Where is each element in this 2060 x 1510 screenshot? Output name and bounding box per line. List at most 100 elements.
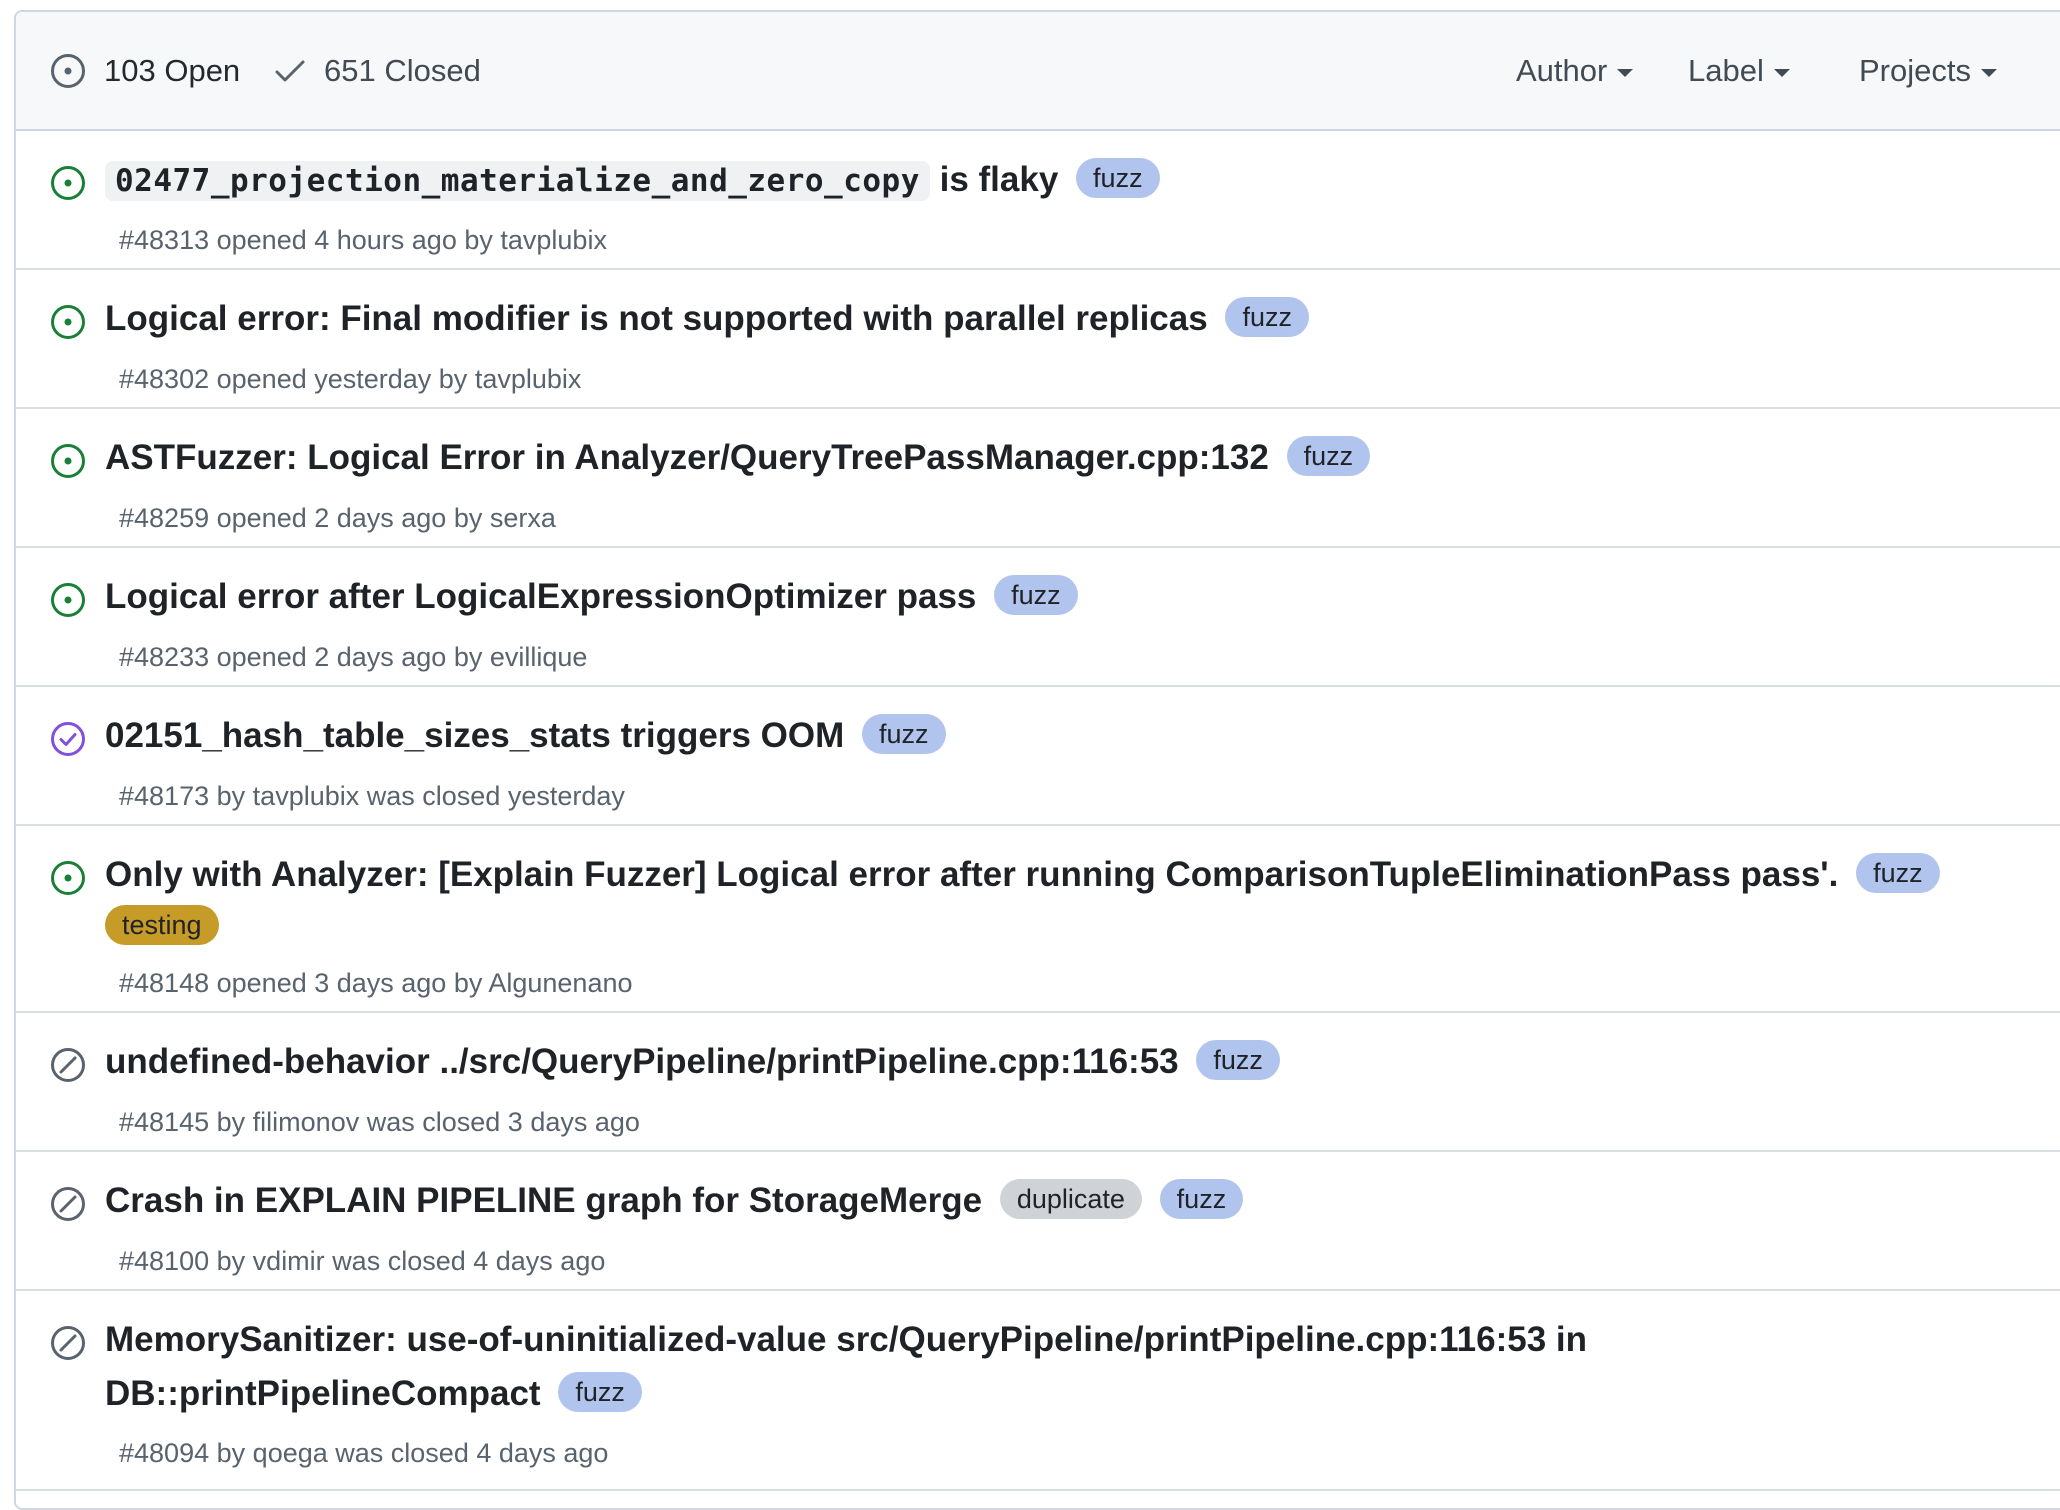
label-fuzz[interactable]: fuzz — [1225, 297, 1309, 337]
issue-meta: #48259 opened 2 days ago by serxa — [119, 503, 556, 534]
issue-opened-icon — [51, 861, 85, 895]
issue-title-code: 02477_projection_materialize_and_zero_co… — [105, 161, 930, 201]
closed-count: 651 Closed — [324, 52, 481, 88]
issue-title-line: Only with Analyzer: [Explain Fuzzer] Log… — [105, 848, 2060, 902]
issue-title-line-2: testing — [105, 900, 2060, 954]
issue-meta-suffix: was closed yesterday — [366, 781, 625, 811]
issue-meta-text: opened 4 hours ago by — [216, 225, 493, 255]
issue-meta-suffix: was closed 4 days ago — [332, 1246, 606, 1276]
issue-meta-text: opened 2 days ago by — [216, 642, 483, 672]
skip-icon — [51, 1326, 85, 1360]
issue-meta-prefix: by — [216, 1107, 246, 1137]
label-fuzz[interactable]: fuzz — [862, 714, 946, 754]
issue-row[interactable]: undefined-behavior ../src/QueryPipeline/… — [16, 1013, 2060, 1152]
issue-author-link[interactable]: qoega — [253, 1438, 328, 1468]
issue-meta: #48100 by vdimir was closed 4 days ago — [119, 1246, 605, 1277]
issue-title-link[interactable]: MemorySanitizer: use-of-uninitialized-va… — [105, 1320, 1587, 1359]
issue-title-line: ASTFuzzer: Logical Error in Analyzer/Que… — [105, 431, 2060, 485]
issue-number: #48100 — [119, 1246, 210, 1276]
issue-title-link[interactable]: ASTFuzzer: Logical Error in Analyzer/Que… — [105, 438, 1269, 477]
issue-title-line: 02477_projection_materialize_and_zero_co… — [105, 153, 2060, 208]
issue-title-line: 02151_hash_table_sizes_stats triggers OO… — [105, 709, 2060, 763]
issue-number: #48313 — [119, 225, 210, 255]
issue-author-link[interactable]: serxa — [490, 503, 556, 533]
issue-meta-prefix: by — [216, 1246, 246, 1276]
issue-number: #48259 — [119, 503, 210, 533]
issue-title-line: MemorySanitizer: use-of-uninitialized-va… — [105, 1313, 2060, 1367]
issue-meta-suffix: was closed 4 days ago — [335, 1438, 609, 1468]
issue-author-link[interactable]: vdimir — [253, 1246, 325, 1276]
issue-meta-prefix: by — [216, 1438, 246, 1468]
issue-row[interactable]: MemorySanitizer: use-of-uninitialized-va… — [16, 1291, 2060, 1491]
issue-title-line-2: DB::printPipelineCompact fuzz — [105, 1367, 2060, 1421]
issue-number: #48145 — [119, 1107, 210, 1137]
issue-author-link[interactable]: Algunenano — [488, 968, 632, 998]
label-fuzz[interactable]: fuzz — [1286, 436, 1371, 476]
issue-author-link[interactable]: tavplubix — [475, 364, 582, 394]
issue-closed-icon — [51, 722, 85, 756]
projects-filter-label: Projects — [1859, 52, 1971, 88]
issue-title-line: Crash in EXPLAIN PIPELINE graph for Stor… — [105, 1174, 2060, 1228]
issue-opened-icon — [51, 305, 85, 339]
issue-title-link[interactable]: 02477_projection_materialize_and_zero_co… — [105, 160, 1059, 201]
issue-title-link-continued[interactable]: DB::printPipelineCompact — [105, 1374, 541, 1413]
issue-author-link[interactable]: filimonov — [253, 1107, 360, 1137]
issue-opened-icon — [51, 53, 85, 88]
issue-row[interactable]: 02477_projection_materialize_and_zero_co… — [16, 131, 2060, 270]
issue-opened-icon — [51, 583, 85, 617]
issue-row[interactable]: Crash in EXPLAIN PIPELINE graph for Stor… — [16, 1152, 2060, 1291]
issue-title-line: Logical error after LogicalExpressionOpt… — [105, 570, 2060, 624]
author-filter-dropdown[interactable]: Author — [1516, 52, 1634, 89]
issue-number: #48173 — [119, 781, 210, 811]
open-count: 103 Open — [104, 52, 241, 88]
label-filter-dropdown[interactable]: Label — [1688, 53, 1790, 89]
issue-title-link[interactable]: undefined-behavior ../src/QueryPipeline/… — [105, 1042, 1179, 1081]
label-fuzz[interactable]: fuzz — [1196, 1040, 1280, 1080]
caret-down-icon — [1617, 68, 1634, 77]
issue-meta-prefix: by — [216, 781, 246, 811]
issue-meta-text: opened yesterday by — [216, 364, 468, 394]
issue-title-link[interactable]: Logical error after LogicalExpressionOpt… — [105, 577, 976, 616]
issue-row[interactable]: Only with Analyzer: [Explain Fuzzer] Log… — [16, 826, 2060, 1013]
check-icon — [275, 60, 305, 81]
issue-author-link[interactable]: tavplubix — [500, 225, 607, 255]
issue-title-link[interactable]: Crash in EXPLAIN PIPELINE graph for Stor… — [105, 1181, 982, 1220]
label-fuzz[interactable]: fuzz — [994, 575, 1078, 615]
issue-row[interactable]: ASTFuzzer: Logical Error in Analyzer/Que… — [16, 409, 2060, 548]
label-duplicate[interactable]: duplicate — [999, 1179, 1142, 1219]
author-filter-label: Author — [1516, 52, 1608, 88]
label-fuzz[interactable]: fuzz — [1159, 1179, 1244, 1219]
label-filter-label: Label — [1688, 52, 1764, 88]
issue-author-link[interactable]: tavplubix — [253, 781, 360, 811]
label-testing[interactable]: testing — [105, 905, 219, 945]
issue-number: #48302 — [119, 364, 210, 394]
issue-title-link[interactable]: Only with Analyzer: [Explain Fuzzer] Log… — [105, 855, 1838, 894]
issues-list-header: 103 Open 651 Closed Author Label Project… — [16, 12, 2060, 131]
issue-meta: #48313 opened 4 hours ago by tavplubix — [119, 225, 607, 256]
issue-author-link[interactable]: evillique — [490, 642, 588, 672]
label-fuzz[interactable]: fuzz — [1076, 158, 1160, 198]
issue-number: #48148 — [119, 968, 210, 998]
issue-row[interactable]: 02151_hash_table_sizes_stats triggers OO… — [16, 687, 2060, 826]
skip-icon — [51, 1187, 85, 1221]
issue-row[interactable]: Logical error: Final modifier is not sup… — [16, 270, 2060, 409]
issue-meta: #48094 by qoega was closed 4 days ago — [119, 1438, 608, 1469]
issue-meta-suffix: was closed 3 days ago — [366, 1107, 640, 1137]
issue-number: #48094 — [119, 1438, 210, 1468]
issue-title-link[interactable]: 02151_hash_table_sizes_stats triggers OO… — [105, 716, 844, 755]
issue-meta: #48145 by filimonov was closed 3 days ag… — [119, 1107, 640, 1138]
issue-meta-text: opened 2 days ago by — [216, 503, 483, 533]
label-fuzz[interactable]: fuzz — [1856, 853, 1940, 893]
issue-number: #48233 — [119, 642, 210, 672]
label-fuzz[interactable]: fuzz — [558, 1372, 642, 1412]
issue-row[interactable]: Logical error after LogicalExpressionOpt… — [16, 548, 2060, 687]
issue-meta-text: opened 3 days ago by — [216, 968, 483, 998]
open-issues-filter[interactable]: 103 Open — [50, 53, 240, 89]
skip-icon — [51, 1048, 85, 1082]
issue-title-link[interactable]: Logical error: Final modifier is not sup… — [105, 299, 1208, 338]
issue-title-text: is flaky — [939, 160, 1059, 199]
projects-filter-dropdown[interactable]: Projects — [1859, 53, 1997, 89]
closed-issues-filter[interactable]: 651 Closed — [274, 53, 481, 89]
issue-title-line: undefined-behavior ../src/QueryPipeline/… — [105, 1035, 2060, 1089]
issue-meta: #48302 opened yesterday by tavplubix — [119, 364, 581, 395]
